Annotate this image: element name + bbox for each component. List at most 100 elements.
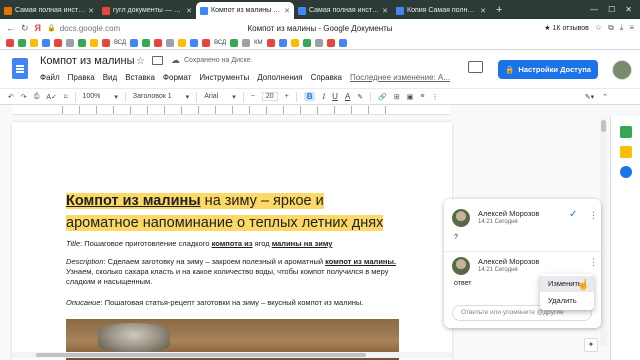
bookmark-icon[interactable] xyxy=(302,39,311,47)
url-field[interactable]: 🔒 docs.google.com xyxy=(47,24,120,33)
image-icon[interactable]: ▣ xyxy=(407,93,414,101)
bookmark-icon[interactable] xyxy=(18,39,26,47)
menu-file[interactable]: Файл xyxy=(40,73,60,82)
new-tab-button[interactable]: + xyxy=(490,2,508,19)
last-edit-link[interactable]: Последнее изменение: А... xyxy=(350,73,450,82)
docs-logo-icon[interactable] xyxy=(12,58,28,79)
close-icon[interactable]: ✕ xyxy=(88,7,94,15)
bookmark-icon[interactable] xyxy=(338,39,347,47)
bookmark-icon[interactable] xyxy=(6,39,14,47)
vertical-scrollbar[interactable] xyxy=(600,116,607,346)
bookmark-icon[interactable] xyxy=(190,39,199,47)
close-icon[interactable]: ✕ xyxy=(480,7,486,15)
font-select[interactable]: Arial ▾ xyxy=(204,93,236,101)
align-icon[interactable]: ≡ xyxy=(420,93,424,100)
bookmark-icon[interactable] xyxy=(242,39,251,47)
resolve-icon[interactable]: ✓ xyxy=(569,209,577,220)
bookmark-icon[interactable] xyxy=(202,39,211,47)
bookmark-icon[interactable] xyxy=(230,39,239,47)
bookmark-icon[interactable] xyxy=(290,39,299,47)
yandex-icon[interactable]: Я xyxy=(35,23,41,33)
add-comment-icon[interactable]: ⊞ xyxy=(394,93,400,101)
explore-icon[interactable]: ✦ xyxy=(584,338,598,352)
style-select[interactable]: Заголовок 1 ▾ xyxy=(133,93,189,101)
bookmark-icon[interactable] xyxy=(142,39,151,47)
increase-size-icon[interactable]: + xyxy=(285,93,289,100)
keep-icon[interactable] xyxy=(620,146,632,158)
collapse-icon[interactable]: ⌃ xyxy=(602,93,608,101)
close-icon[interactable]: ✕ xyxy=(186,7,192,15)
menu-view[interactable]: Вид xyxy=(103,73,117,82)
print-icon[interactable]: ⎙ xyxy=(34,93,40,101)
scroll-thumb[interactable] xyxy=(36,353,366,357)
menu-format[interactable]: Формат xyxy=(163,73,191,82)
bookmark-icon[interactable] xyxy=(314,39,323,47)
bookmark-label[interactable]: ВСД xyxy=(214,40,226,46)
tasks-icon[interactable] xyxy=(620,166,632,178)
bookmark-icon[interactable] xyxy=(278,39,287,47)
title-link[interactable]: компота из xyxy=(212,239,253,248)
font-size-input[interactable]: 20 xyxy=(261,92,278,101)
highlight-icon[interactable]: ✎ xyxy=(357,93,363,101)
bookmark-icon[interactable] xyxy=(178,39,187,47)
title-link[interactable]: малины на зиму xyxy=(272,239,333,248)
browser-tab[interactable]: Самая полная инструкци ✕ xyxy=(0,2,98,19)
browser-tab-active[interactable]: Компот из малины - G ✕ xyxy=(196,2,294,19)
editing-mode-icon[interactable]: ✎▾ xyxy=(585,93,594,101)
comments-icon[interactable] xyxy=(468,61,483,73)
folder-icon[interactable] xyxy=(152,56,163,65)
browser-tab[interactable]: гугл документы — Янде ✕ xyxy=(98,2,196,19)
back-icon[interactable]: ← xyxy=(6,23,15,33)
italic-button[interactable]: I xyxy=(322,92,325,101)
paragraph-opisanie[interactable]: Описание: Пошаговая статья-рецепт загото… xyxy=(66,298,396,308)
star-icon[interactable]: ☆ xyxy=(136,56,145,67)
text-color-button[interactable]: A xyxy=(345,92,350,101)
menu-help[interactable]: Справка xyxy=(311,73,342,82)
bookmark-icon[interactable] xyxy=(166,39,175,47)
description-link[interactable]: компот из малины. xyxy=(325,257,396,266)
avatar[interactable] xyxy=(612,60,632,80)
bookmark-label[interactable]: КМ xyxy=(254,40,263,46)
more-options-icon[interactable]: ⋮ xyxy=(589,210,598,221)
bookmark-icon[interactable] xyxy=(66,39,74,47)
bookmark-icon[interactable] xyxy=(102,39,110,47)
bookmark-icon[interactable] xyxy=(154,39,163,47)
extension-icon[interactable]: ⧉ xyxy=(608,23,614,33)
paragraph-description[interactable]: Description: Сделаем заготовку на зиму –… xyxy=(66,257,396,287)
bookmark-icon[interactable]: ☆ xyxy=(595,23,602,33)
download-icon[interactable]: ⤓ xyxy=(620,23,624,33)
menu-addons[interactable]: Дополнения xyxy=(257,73,302,82)
document-title[interactable]: Компот из малины xyxy=(40,55,134,67)
browser-tab[interactable]: Самая полная инструкци ✕ xyxy=(294,2,392,19)
bookmark-icon[interactable] xyxy=(78,39,86,47)
share-button[interactable]: 🔒 Настройки Доступа xyxy=(498,60,598,79)
calendar-icon[interactable] xyxy=(620,126,632,138)
bookmark-icon[interactable] xyxy=(54,39,62,47)
underline-button[interactable]: U xyxy=(332,92,338,101)
menu-edit[interactable]: Правка xyxy=(68,73,95,82)
bookmark-icon[interactable] xyxy=(130,39,139,47)
heading-link[interactable]: Компот из малины xyxy=(66,193,201,209)
zoom-select[interactable]: 100% ▾ xyxy=(83,93,118,101)
bold-button[interactable]: B xyxy=(303,92,316,101)
menu-icon[interactable]: ≡ xyxy=(629,23,634,33)
bookmark-label[interactable]: ВСД xyxy=(114,40,126,46)
close-icon[interactable]: ✕ xyxy=(284,7,290,15)
bookmark-icon[interactable] xyxy=(266,39,275,47)
horizontal-scrollbar[interactable] xyxy=(12,352,452,358)
close-icon[interactable]: ✕ xyxy=(382,7,388,15)
bookmark-icon[interactable] xyxy=(326,39,335,47)
browser-tab[interactable]: Копия Самая полная инс ✕ xyxy=(392,2,490,19)
redo-icon[interactable]: ↷ xyxy=(21,93,27,101)
more-options-icon[interactable]: ⋮ xyxy=(589,257,598,268)
document-page[interactable]: Компот из малины на зиму – яркое и арома… xyxy=(12,122,452,360)
paint-format-icon[interactable]: ⌑ xyxy=(64,93,68,101)
ruler[interactable] xyxy=(12,105,450,115)
link-icon[interactable]: 🔗 xyxy=(378,93,387,101)
menu-insert[interactable]: Вставка xyxy=(125,73,155,82)
spellcheck-icon[interactable]: A✓ xyxy=(46,93,57,101)
maximize-icon[interactable]: ☐ xyxy=(608,5,615,14)
more-icon[interactable]: ⋮ xyxy=(431,93,438,101)
bookmark-icon[interactable] xyxy=(90,39,98,47)
document-heading[interactable]: Компот из малины на зиму – яркое и арома… xyxy=(66,190,388,234)
